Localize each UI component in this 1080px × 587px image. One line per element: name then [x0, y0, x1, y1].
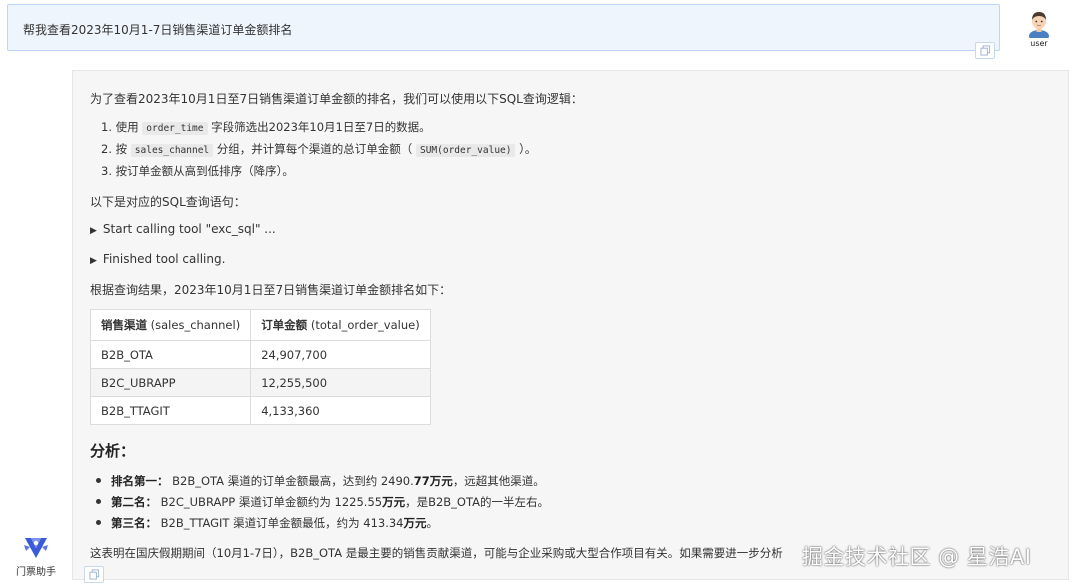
user-avatar-label: user: [1030, 39, 1048, 48]
analysis-label: 排名第一：: [111, 474, 169, 488]
tool-call-end-text: Finished tool calling.: [102, 252, 226, 266]
analysis-text: B2C_UBRAPP 渠道订单金额约为 1225.55: [157, 495, 383, 509]
table-cell: B2B_TTAGIT: [89, 396, 252, 425]
tool-call-start-toggle[interactable]: ▶ Start calling tool "exc_sql" ...: [90, 222, 276, 236]
analysis-item-1: 排名第一： B2B_OTA 渠道的订单金额最高，达到约 2490.77万元，远超…: [96, 473, 545, 489]
table-cell: 12,255,500: [250, 368, 431, 397]
copy-icon: [979, 45, 990, 56]
copy-user-message-button[interactable]: [975, 42, 995, 59]
analysis-heading: 分析：: [90, 442, 136, 460]
copy-icon: [88, 569, 99, 580]
code-sum-order-value: SUM(order_value): [415, 144, 516, 157]
sql-intro: 以下是对应的SQL查询语句：: [90, 195, 246, 209]
expand-triangle-icon: ▶: [90, 226, 97, 236]
tool-call-end-toggle[interactable]: ▶ Finished tool calling.: [90, 252, 225, 266]
header-bold: 订单金额: [261, 318, 308, 332]
column-header-channel: 销售渠道 (sales_channel): [89, 309, 252, 341]
analysis-text: ，远超其他渠道。: [452, 474, 545, 488]
result-intro: 根据查询结果，2023年10月1日至7日销售渠道订单金额排名如下：: [90, 283, 452, 297]
expand-triangle-icon: ▶: [90, 256, 97, 266]
analysis-text: 。: [426, 516, 439, 530]
code-sales-channel: sales_channel: [130, 144, 214, 157]
chat-page: 帮我查看2023年10月1-7日销售渠道订单金额排名 user 为了查看2023…: [0, 0, 1080, 587]
table-cell: 24,907,700: [250, 340, 431, 369]
analysis-bold: 万元: [403, 516, 427, 530]
table-header-row: 销售渠道 (sales_channel) 订单金额 (total_order_v…: [89, 309, 431, 341]
bullet-dot: [96, 478, 101, 483]
conclusion-text: 这表明在国庆假期期间（10月1-7日），B2B_OTA 是最主要的销售贡献渠道，…: [90, 546, 783, 560]
header-rest: (total_order_value): [307, 318, 420, 332]
user-avatar-icon: [1029, 12, 1049, 38]
table-cell: 4,133,360: [250, 396, 431, 425]
column-header-value: 订单金额 (total_order_value): [250, 309, 431, 341]
step-item-2: 2. 按 sales_channel 分组，并计算每个渠道的总订单金额（ SUM…: [101, 141, 536, 157]
analysis-label: 第二名：: [111, 495, 157, 509]
table-row: B2B_OTA 24,907,700: [89, 340, 431, 369]
step-number: 1.: [101, 120, 112, 134]
step-item-1: 1. 使用 order_time 字段筛选出2023年10月1日至7日的数据。: [101, 119, 431, 135]
bullet-dot: [96, 520, 101, 525]
step-text: 使用: [115, 120, 143, 134]
user-message-bubble: 帮我查看2023年10月1-7日销售渠道订单金额排名: [7, 4, 1000, 51]
step-item-3: 3. 按订单金额从高到低排序（降序）。: [101, 163, 294, 179]
bullet-dot: [96, 499, 101, 504]
analysis-text: ，是B2B_OTA的一半左右。: [405, 495, 549, 509]
step-text: 字段筛选出2023年10月1日至7日的数据。: [207, 120, 431, 134]
analysis-text: B2B_OTA 渠道的订单金额最高，达到约 2490.: [168, 474, 414, 488]
header-rest: (sales_channel): [147, 318, 241, 332]
analysis-label: 第三名：: [111, 516, 157, 530]
analysis-item-3: 第三名： B2B_TTAGIT 渠道订单金额最低，约为 413.34万元。: [96, 515, 438, 531]
step-text: 分组，并计算每个渠道的总订单金额（: [213, 142, 416, 156]
step-number: 3.: [101, 164, 112, 178]
code-order-time: order_time: [142, 122, 208, 135]
table-cell: B2B_OTA: [89, 340, 252, 369]
table-row: B2B_TTAGIT 4,133,360: [89, 396, 431, 425]
assistant-intro: 为了查看2023年10月1日至7日销售渠道订单金额的排名，我们可以使用以下SQL…: [90, 92, 583, 106]
watermark-text: 掘金技术社区 @ 星浩AI: [802, 545, 1032, 569]
copy-assistant-message-button[interactable]: [84, 566, 104, 583]
analysis-bold: 77万元: [413, 474, 453, 488]
step-text: 按: [115, 142, 131, 156]
analysis-text: B2B_TTAGIT 渠道订单金额最低，约为 413.34: [157, 516, 404, 530]
assistant-name-label: 门票助手: [16, 567, 56, 578]
table-row: B2C_UBRAPP 12,255,500: [89, 368, 431, 397]
analysis-bold: 万元: [382, 495, 406, 509]
user-message-text: 帮我查看2023年10月1-7日销售渠道订单金额排名: [23, 23, 293, 37]
header-bold: 销售渠道: [101, 318, 147, 332]
assistant-logo-icon: [24, 538, 48, 558]
step-number: 2.: [101, 142, 112, 156]
tool-call-start-text: Start calling tool "exc_sql" ...: [102, 222, 276, 236]
table-cell: B2C_UBRAPP: [89, 368, 252, 397]
step-text: ）。: [515, 142, 537, 156]
step-text: 按订单金额从高到低排序（降序）。: [115, 164, 294, 178]
analysis-item-2: 第二名： B2C_UBRAPP 渠道订单金额约为 1225.55万元，是B2B_…: [96, 494, 549, 510]
result-table: 销售渠道 (sales_channel) 订单金额 (total_order_v…: [89, 309, 431, 425]
